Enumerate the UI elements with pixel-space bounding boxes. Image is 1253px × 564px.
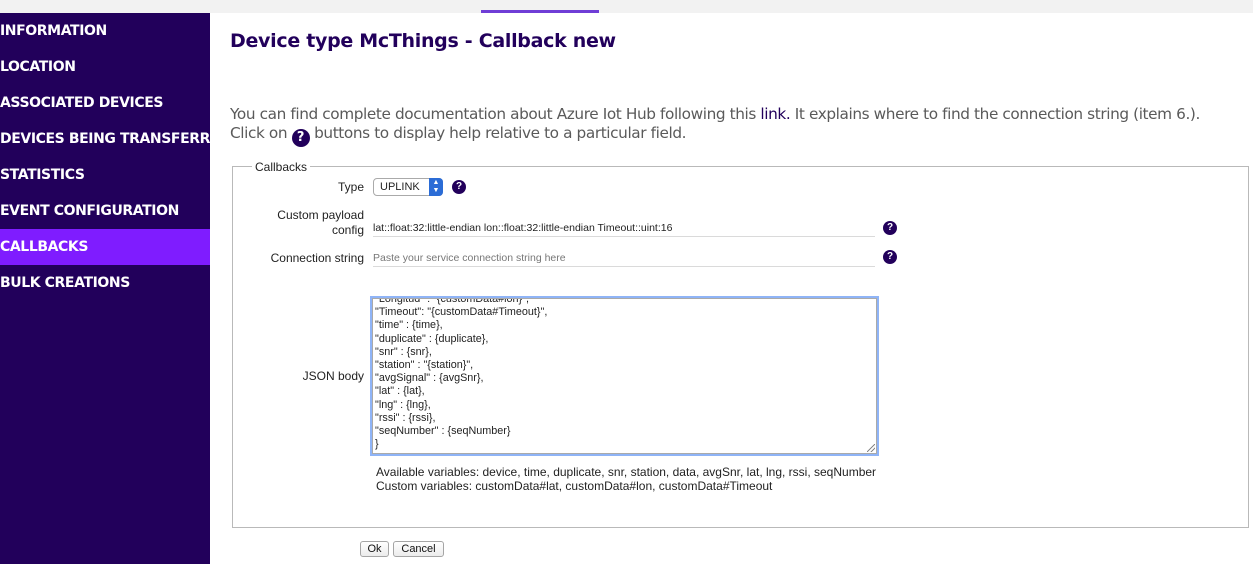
json-line: "station" : "{station}",	[375, 359, 474, 372]
documentation-link[interactable]: link.	[760, 105, 790, 123]
cancel-button[interactable]: Cancel	[393, 541, 444, 557]
sidebar-item-statistics[interactable]: STATISTICS	[0, 157, 210, 193]
payload-config-input[interactable]	[373, 220, 875, 237]
sidebar-item-location[interactable]: LOCATION	[0, 49, 210, 85]
json-line: "lat" : {lat},	[375, 385, 425, 398]
payload-config-label-line1: Custom payload	[277, 208, 364, 222]
json-line: "lng" : {lng},	[375, 398, 431, 411]
json-line: "Timeout": "{customData#Timeout}",	[375, 306, 548, 319]
payload-config-label: Custom payload config	[277, 208, 364, 238]
custom-variables-text: Custom variables: customData#lat, custom…	[376, 478, 773, 493]
json-line: "rssi" : {rssi},	[375, 411, 436, 424]
intro-text-line2b: buttons to display help relative to a pa…	[309, 124, 687, 142]
type-select-value: UPLINK	[380, 181, 420, 193]
connection-string-input[interactable]	[373, 250, 875, 267]
connection-string-label: Connection string	[270, 251, 364, 265]
type-help-icon[interactable]: ?	[452, 180, 466, 194]
ok-button[interactable]: Ok	[360, 541, 389, 557]
sidebar-item-bulk-creations[interactable]: BULK CREATIONS	[0, 265, 210, 301]
help-icon: ?	[291, 129, 310, 147]
json-line: "avgSignal" : {avgSnr},	[375, 372, 484, 385]
type-select[interactable]: UPLINK ▲ ▼	[373, 178, 443, 196]
top-bar	[0, 0, 1253, 13]
connection-string-help-icon[interactable]: ?	[883, 250, 897, 264]
resize-handle-icon[interactable]	[867, 444, 875, 452]
available-variables-text: Available variables: device, time, dupli…	[376, 465, 877, 479]
intro-text: You can find complete documentation abou…	[230, 105, 1245, 147]
json-line: }	[375, 438, 379, 451]
chevron-updown-icon: ▲ ▼	[429, 178, 443, 196]
json-body-label: JSON body	[302, 369, 364, 383]
intro-text-part2: It explains where to find the connection…	[790, 105, 1201, 123]
active-tab-indicator	[481, 10, 599, 13]
json-line: "Longitud" : "{customData#lon}",	[375, 298, 529, 305]
sidebar-item-callbacks[interactable]: CALLBACKS	[0, 229, 210, 265]
sidebar-item-event-configuration[interactable]: EVENT CONFIGURATION	[0, 193, 210, 229]
page-title: Device type McThings - Callback new	[230, 30, 616, 52]
variables-help: Available variables: device, time, dupli…	[376, 465, 877, 493]
intro-text-part1: You can find complete documentation abou…	[230, 105, 761, 123]
sidebar: INFORMATION LOCATION ASSOCIATED DEVICES …	[0, 13, 231, 564]
intro-text-line2a: Click on	[230, 124, 292, 142]
json-body-textarea[interactable]: "Longitud" : "{customData#lon}", "Timeou…	[372, 298, 877, 454]
sidebar-item-devices-being-transferred[interactable]: DEVICES BEING TRANSFERRED	[0, 121, 231, 157]
sidebar-item-associated-devices[interactable]: ASSOCIATED DEVICES	[0, 85, 210, 121]
json-line: "time" : {time},	[375, 319, 443, 332]
json-line: "snr" : {snr},	[375, 345, 432, 358]
payload-config-help-icon[interactable]: ?	[883, 221, 897, 235]
callbacks-legend: Callbacks	[252, 160, 311, 174]
type-label: Type	[337, 180, 364, 194]
json-line: "duplicate" : {duplicate},	[375, 332, 489, 345]
sidebar-item-information[interactable]: INFORMATION	[0, 13, 210, 49]
payload-config-label-line2: config	[331, 223, 364, 237]
json-line: "seqNumber" : {seqNumber}	[375, 425, 511, 438]
